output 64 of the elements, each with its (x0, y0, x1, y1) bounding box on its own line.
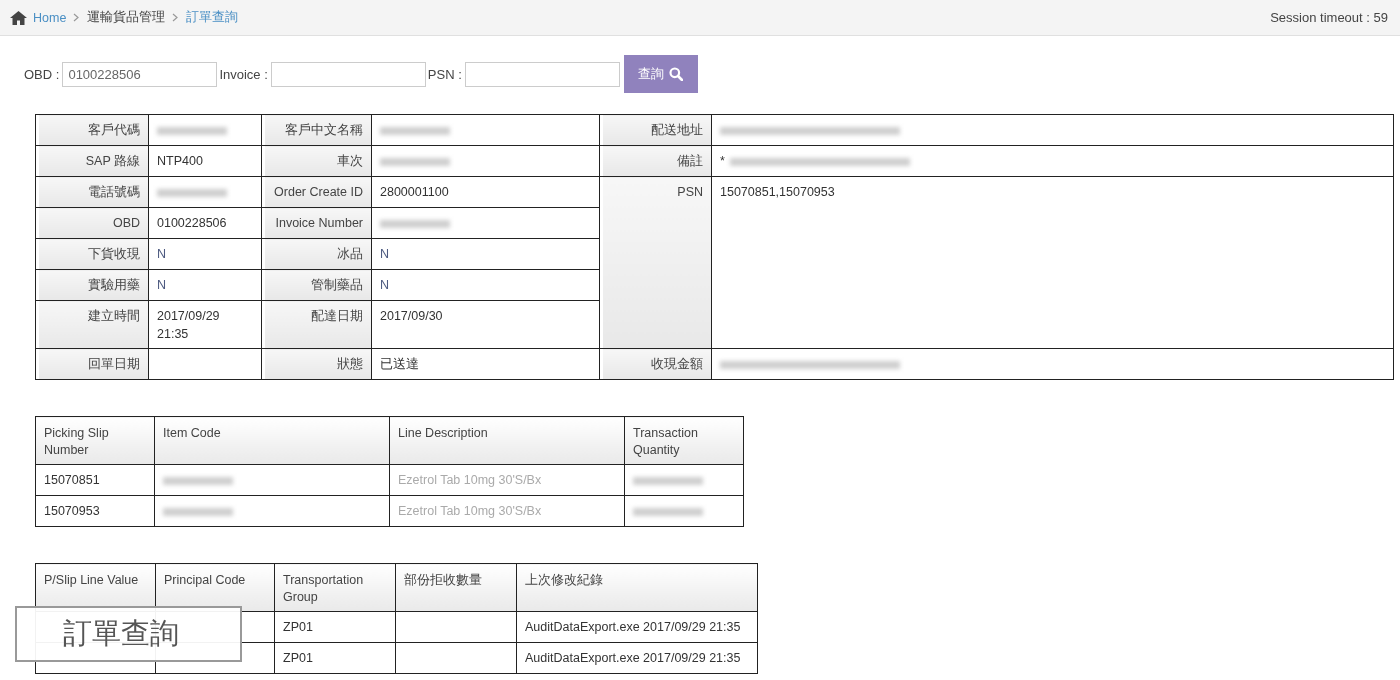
field-label: 下貨收現 (35, 238, 149, 270)
search-icon (669, 67, 684, 81)
field-label: 配送地址 (599, 114, 712, 146)
table-cell: Ezetrol Tab 10mg 30'S/Bx (398, 504, 542, 518)
column-header: Line Description (389, 416, 625, 465)
column-header: 部份拒收數量 (395, 563, 517, 612)
field-value: NTP400 (157, 154, 203, 168)
field-label: PSN (599, 176, 712, 349)
field-value: 2017/09/30 (380, 309, 443, 323)
field-label: 備註 (599, 145, 712, 177)
table-cell: 15070851 (44, 473, 100, 487)
field-value: 15070851,15070953 (720, 185, 835, 199)
home-icon (10, 10, 27, 25)
field-value: 已送達 (380, 357, 419, 371)
column-header: Picking Slip Number (35, 416, 155, 465)
field-label: Invoice Number (261, 207, 372, 239)
field-label: OBD : (24, 66, 60, 82)
table-cell: 15070953 (44, 504, 100, 518)
field-label: OBD (35, 207, 149, 239)
field-label: 管制藥品 (261, 269, 372, 301)
field-label: 回單日期 (35, 348, 149, 380)
field-label: SAP 路線 (35, 145, 149, 177)
column-header: Transaction Quantity (624, 416, 744, 465)
field-value: N (380, 278, 390, 292)
table-cell: ZP01 (283, 651, 313, 665)
field-value: N (157, 247, 167, 261)
field-label: 客戶代碼 (35, 114, 149, 146)
search-button[interactable]: 查詢 (623, 55, 698, 93)
field-label: Invoice : (219, 66, 268, 82)
page-title-overlay: 訂單查詢 (15, 606, 242, 662)
field-value: N (157, 278, 167, 292)
field-label: 配達日期 (261, 300, 372, 349)
field-label: 狀態 (261, 348, 372, 380)
field-value: 2800001100 (380, 185, 449, 199)
breadcrumb-link[interactable]: Home (33, 10, 67, 25)
column-header: Transportation Group (274, 563, 396, 612)
field-label: PSN : (427, 66, 462, 82)
column-header: Item Code (154, 416, 390, 465)
field-label: 建立時間 (35, 300, 149, 349)
chevron-icon (172, 13, 180, 22)
breadcrumb-link[interactable]: 運輸貨品管理 (87, 9, 166, 26)
field-value: 0100228506 (157, 216, 227, 230)
field-label: 車次 (261, 145, 372, 177)
field-value: 2017/09/29 21:35 (157, 308, 221, 343)
field-value: * (720, 154, 725, 168)
table-cell: Ezetrol Tab 10mg 30'S/Bx (398, 473, 542, 487)
session-timeout: Session timeout : 59 (1270, 10, 1388, 25)
field-label: Order Create ID (261, 176, 372, 208)
field-label: 收現金額 (599, 348, 712, 380)
table-cell: AuditDataExport.exe 2017/09/29 21:35 (525, 651, 741, 665)
table-cell: ZP01 (283, 620, 313, 634)
field-label: 實驗用藥 (35, 269, 149, 301)
input-field[interactable]: 0100228506 (62, 61, 218, 87)
field-label: 冰品 (261, 238, 372, 270)
field-label: 客戶中文名稱 (261, 114, 372, 146)
column-header: Principal Code (155, 563, 275, 612)
field-value: N (380, 247, 390, 261)
column-header: 上次修改紀錄 (516, 563, 758, 612)
table-cell: AuditDataExport.exe 2017/09/29 21:35 (525, 620, 741, 634)
input-field[interactable] (270, 61, 426, 87)
breadcrumb-link[interactable]: 訂單查詢 (186, 9, 239, 26)
chevron-icon (73, 13, 81, 22)
input-field[interactable] (464, 61, 620, 87)
field-label: 電話號碼 (35, 176, 149, 208)
